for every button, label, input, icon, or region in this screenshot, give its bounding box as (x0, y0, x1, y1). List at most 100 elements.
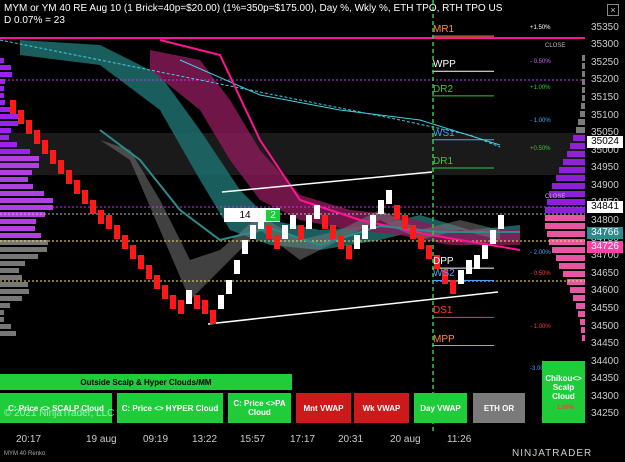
volume-bar-left (0, 233, 41, 238)
volume-bar-left (0, 254, 38, 259)
volume-bar-left (0, 247, 47, 252)
volume-bar-right (582, 87, 585, 93)
renko-brick (234, 260, 240, 274)
volume-bar-right (545, 223, 585, 229)
renko-brick (250, 225, 256, 239)
renko-brick (106, 215, 112, 229)
indicator-button[interactable]: ETH OR (473, 393, 525, 423)
volume-bar-right (582, 55, 585, 61)
y-tick: 35150 (591, 91, 619, 103)
chikou-button[interactable]: Chikou<> Scalp Cloud - 1.00% (542, 361, 585, 423)
renko-brick (34, 130, 40, 144)
volume-bar-left (0, 282, 28, 287)
renko-brick (82, 190, 88, 204)
renko-brick (378, 200, 384, 214)
close-icon[interactable]: × (607, 4, 619, 16)
renko-brick (10, 100, 16, 114)
renko-brick (50, 150, 56, 164)
renko-brick (114, 225, 120, 239)
indicator-button[interactable]: C: Price <> HYPER Cloud (117, 393, 223, 423)
renko-brick (450, 280, 456, 294)
volume-bar-left (0, 156, 39, 161)
renko-brick (386, 190, 392, 204)
x-tick: 20 aug (390, 434, 421, 445)
volume-bar-left (0, 86, 4, 91)
renko-brick (154, 275, 160, 289)
volume-bar-right (576, 303, 585, 309)
renko-brick (90, 200, 96, 214)
volume-bar-right (567, 151, 585, 157)
volume-bar-left (0, 226, 35, 231)
lower-trendline (207, 291, 499, 325)
volume-bar-right (582, 71, 585, 77)
pivot-label: MR1 (433, 24, 455, 36)
volume-bar-left (0, 303, 10, 308)
renko-brick (226, 280, 232, 294)
counter-count: 2 (266, 209, 280, 221)
renko-brick (330, 225, 336, 239)
chikou-label: Chikou<> Scalp Cloud (545, 373, 582, 401)
indicator-button[interactable]: Day VWAP (414, 393, 467, 423)
indicator-button[interactable]: C: Price <>PA Cloud (228, 393, 291, 423)
renko-brick (130, 245, 136, 259)
renko-brick (466, 260, 472, 274)
x-tick: 15:57 (240, 434, 266, 445)
chart-title: MYM or YM 40 RE Aug 10 (1 Brick=40p=$20.… (4, 3, 503, 14)
volume-bar-left (0, 324, 11, 329)
volume-bar-right (570, 287, 585, 293)
counter-value: 14 (239, 209, 251, 221)
volume-bar-left (0, 114, 21, 119)
renko-brick (122, 235, 128, 249)
renko-brick (42, 140, 48, 154)
volume-bar-right (582, 95, 585, 101)
pivot-label: WS2 (433, 268, 455, 280)
volume-bar-left (0, 163, 39, 168)
pivot-label: DS1 (433, 305, 453, 317)
copyright: © 2021 NinjaTrader, LLC (4, 408, 115, 419)
volume-bar-right (582, 63, 585, 69)
percent-label: +1.00% (530, 84, 551, 91)
volume-bar-left (0, 317, 4, 322)
percent-label: - 2.00% (530, 250, 551, 257)
renko-brick (138, 255, 144, 269)
pivot-label: DR1 (433, 155, 454, 167)
volume-bar-left (0, 219, 36, 224)
volume-bar-right (559, 167, 585, 173)
y-tick: 34800 (591, 215, 619, 226)
x-tick: 11:26 (447, 434, 472, 445)
renko-brick (298, 225, 304, 239)
pivot-label: WPP (433, 59, 456, 71)
y-tick: 34300 (591, 390, 619, 402)
volume-bar-right (567, 279, 585, 285)
volume-bar-left (0, 100, 5, 105)
pivot-label: DPP (433, 256, 454, 268)
indicator-button[interactable]: Mnt VWAP (296, 393, 351, 423)
renko-brick (458, 270, 464, 284)
volume-bar-left (0, 289, 29, 294)
percent-label: CLOSE (545, 193, 566, 200)
renko-brick (314, 205, 320, 219)
ws1-band (0, 133, 585, 175)
volume-bar-right (581, 103, 585, 109)
y-tick: 34550 (591, 302, 619, 314)
volume-bar-left (0, 142, 17, 147)
renko-brick (338, 235, 344, 249)
pivot-label: WS1 (433, 127, 455, 139)
volume-bar-right (576, 127, 585, 133)
renko-brick (98, 210, 104, 224)
volume-bar-right (549, 239, 585, 245)
volume-bar-right (556, 255, 585, 261)
volume-bar-right (563, 271, 585, 277)
price-tag: 34726 (587, 241, 623, 254)
volume-bar-right (552, 247, 585, 253)
volume-bar-left (0, 191, 44, 196)
chikou-pct: - 1.00% (553, 404, 574, 411)
volume-bar-right (578, 119, 585, 125)
renko-brick (74, 180, 80, 194)
renko-brick (306, 215, 312, 229)
volume-bar-right (581, 327, 585, 333)
indicator-button[interactable]: Wk VWAP (354, 393, 409, 423)
y-tick: 35350 (591, 21, 619, 33)
volume-bar-right (580, 319, 585, 325)
y-tick: 34950 (591, 162, 619, 174)
